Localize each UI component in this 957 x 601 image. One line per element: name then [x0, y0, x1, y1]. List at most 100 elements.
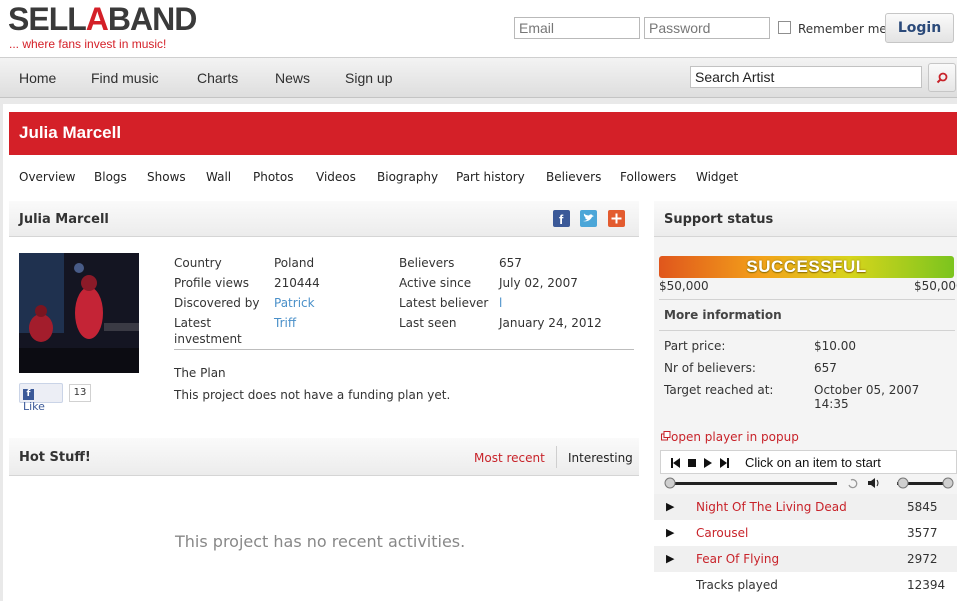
- tab-biography[interactable]: Biography: [377, 170, 438, 184]
- artist-header: Julia Marcell: [9, 112, 957, 155]
- tab-part-history[interactable]: Part history: [456, 170, 525, 184]
- nav-sign-up[interactable]: Sign up: [345, 70, 392, 86]
- remember-me-checkbox[interactable]: [778, 21, 791, 34]
- open-player-popup-link[interactable]: open player in popup: [661, 430, 799, 444]
- player-controls: Click on an item to start: [660, 450, 957, 474]
- latest-investment-label-1: Latest: [174, 316, 212, 330]
- support-divider-2: [659, 330, 955, 331]
- discovered-by-label: Discovered by: [174, 296, 260, 310]
- hot-stuff-header: Hot Stuff! Most recent Interesting: [9, 438, 639, 476]
- search-artist-input[interactable]: Search Artist: [690, 66, 922, 88]
- track-row[interactable]: ▶ Carousel 3577: [654, 520, 957, 546]
- popup-icon: [661, 431, 671, 441]
- player-status: Click on an item to start: [745, 455, 881, 470]
- tab-interesting[interactable]: Interesting: [568, 451, 633, 465]
- tab-believers[interactable]: Believers: [546, 170, 601, 184]
- funding-max: $50,000: [914, 279, 957, 293]
- hot-stuff-title: Hot Stuff!: [19, 450, 91, 465]
- track-plays: 3577: [907, 526, 938, 540]
- nr-believers-label: Nr of believers:: [664, 361, 756, 375]
- funding-status: SUCCESSFUL: [746, 257, 867, 276]
- facebook-like-button[interactable]: f Like: [19, 383, 63, 413]
- artist-page: Julia Marcell Overview Blogs Shows Wall …: [3, 104, 957, 601]
- play-track-icon[interactable]: ▶: [666, 526, 674, 539]
- tracks-played-value: 12394: [907, 578, 946, 592]
- latest-believer-link[interactable]: l: [499, 296, 502, 310]
- search-icon: [936, 72, 948, 84]
- add-share-icon[interactable]: [608, 210, 625, 227]
- previous-icon[interactable]: [671, 458, 680, 468]
- like-count: 13: [69, 384, 91, 402]
- active-since-label: Active since: [399, 276, 472, 290]
- support-status-header: Support status: [654, 201, 957, 237]
- remember-me-label: Remember me: [798, 22, 887, 36]
- country-value: Poland: [274, 256, 315, 270]
- profile-views-label: Profile views: [174, 276, 250, 290]
- track-title[interactable]: Fear Of Flying: [696, 552, 779, 566]
- tab-videos[interactable]: Videos: [316, 170, 356, 184]
- stop-icon[interactable]: [688, 459, 696, 467]
- active-since-value: July 02, 2007: [499, 276, 578, 290]
- tagline: ... where fans invest in music!: [9, 37, 167, 51]
- nr-believers-value: 657: [814, 361, 837, 375]
- repeat-icon[interactable]: [848, 478, 858, 489]
- track-plays: 2972: [907, 552, 938, 566]
- plan-title: The Plan: [174, 366, 226, 380]
- country-label: Country: [174, 256, 222, 270]
- last-seen-value: January 24, 2012: [499, 316, 602, 330]
- password-field[interactable]: Password: [644, 17, 770, 39]
- target-reached-label: Target reached at:: [664, 383, 774, 397]
- tab-followers[interactable]: Followers: [620, 170, 676, 184]
- twitter-share-icon[interactable]: [580, 210, 597, 227]
- top-bar: SELLABAND ... where fans invest in music…: [0, 0, 957, 57]
- track-title[interactable]: Carousel: [696, 526, 748, 540]
- svg-text:f: f: [559, 212, 564, 227]
- tab-widget[interactable]: Widget: [696, 170, 738, 184]
- tab-divider: [556, 446, 557, 468]
- tab-overview[interactable]: Overview: [19, 170, 76, 184]
- tab-shows[interactable]: Shows: [147, 170, 186, 184]
- play-track-icon[interactable]: ▶: [666, 552, 674, 565]
- tracks-played-row: Tracks played 12394: [654, 572, 957, 598]
- tab-wall[interactable]: Wall: [206, 170, 231, 184]
- next-icon[interactable]: [720, 458, 729, 468]
- artist-name: Julia Marcell: [19, 123, 122, 142]
- tab-blogs[interactable]: Blogs: [94, 170, 127, 184]
- facebook-share-icon[interactable]: f: [553, 210, 570, 227]
- part-price-value: $10.00: [814, 339, 856, 353]
- nav-charts[interactable]: Charts: [197, 70, 238, 86]
- latest-believer-label: Latest believer: [399, 296, 489, 310]
- artist-photo[interactable]: [19, 253, 139, 373]
- track-plays: 5845: [907, 500, 938, 514]
- sellaband-logo[interactable]: SELLABAND: [8, 2, 197, 36]
- email-field[interactable]: Email: [514, 17, 640, 39]
- profile-divider: [174, 349, 634, 350]
- last-seen-label: Last seen: [399, 316, 457, 330]
- tab-most-recent[interactable]: Most recent: [474, 451, 545, 465]
- nav-find-music[interactable]: Find music: [91, 70, 159, 86]
- more-information-title: More information: [664, 308, 782, 322]
- latest-investment-link[interactable]: Triff: [274, 316, 296, 330]
- plan-text: This project does not have a funding pla…: [174, 388, 451, 402]
- discovered-by-link[interactable]: Patrick: [274, 296, 315, 310]
- play-track-icon[interactable]: ▶: [666, 500, 674, 513]
- play-icon[interactable]: [704, 458, 712, 468]
- track-title[interactable]: Night Of The Living Dead: [696, 500, 847, 514]
- nav-home[interactable]: Home: [19, 70, 56, 86]
- volume-icon[interactable]: [868, 478, 879, 488]
- tab-photos[interactable]: Photos: [253, 170, 293, 184]
- login-button[interactable]: Login: [885, 13, 954, 43]
- support-divider-1: [659, 299, 955, 300]
- part-price-label: Part price:: [664, 339, 726, 353]
- target-reached-value: October 05, 2007 14:35: [814, 383, 920, 411]
- main-navigation: Home Find music Charts News Sign up Sear…: [0, 57, 957, 98]
- search-button[interactable]: [928, 63, 956, 92]
- track-row[interactable]: ▶ Fear Of Flying 2972: [654, 546, 957, 572]
- player-seek-bar[interactable]: [660, 476, 957, 490]
- support-status-title: Support status: [664, 212, 774, 227]
- nav-news[interactable]: News: [275, 70, 310, 86]
- track-row[interactable]: ▶ Night Of The Living Dead 5845: [654, 494, 957, 520]
- latest-investment-label-2: investment: [174, 332, 242, 346]
- profile-panel-header: Julia Marcell: [9, 201, 639, 237]
- no-activities-message: This project has no recent activities.: [175, 532, 466, 551]
